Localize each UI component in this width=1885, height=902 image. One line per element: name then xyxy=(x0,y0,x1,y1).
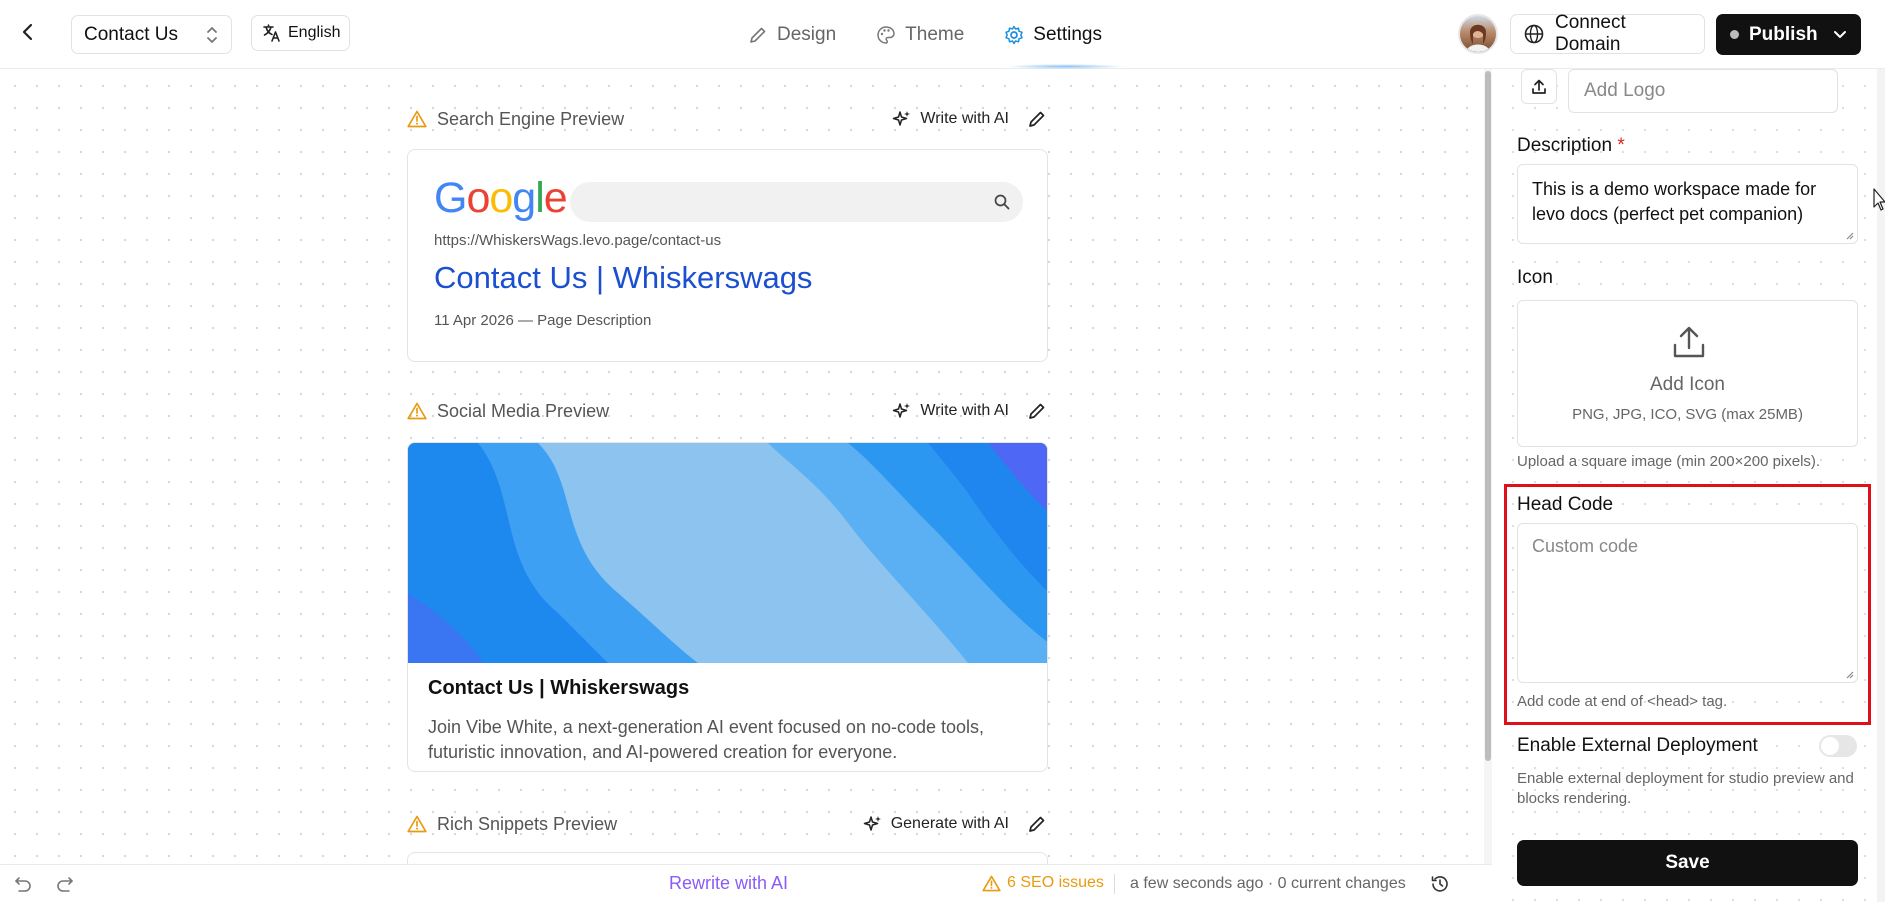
settings-panel: Add Logo Description * This is a demo wo… xyxy=(1492,69,1885,902)
write-with-ai-button[interactable]: Write with AI xyxy=(892,401,1009,421)
sparkles-icon xyxy=(892,401,912,421)
logo-input[interactable]: Add Logo xyxy=(1568,69,1838,113)
tab-design[interactable]: Design xyxy=(748,14,836,56)
canvas-scrollbar-thumb[interactable] xyxy=(1485,71,1491,761)
social-media-preview-card: Contact Us | Whiskerswags Join Vibe Whit… xyxy=(407,442,1048,772)
connect-domain-button[interactable]: Connect Domain xyxy=(1510,12,1705,55)
required-marker: * xyxy=(1617,135,1625,156)
top-bar: Contact Us English Design Theme Settings… xyxy=(0,0,1885,69)
social-description: Join Vibe White, a next-generation AI ev… xyxy=(428,717,985,762)
google-search-bar xyxy=(570,182,1023,222)
language-label: English xyxy=(288,24,341,41)
warning-icon xyxy=(407,815,427,833)
tab-theme[interactable]: Theme xyxy=(876,14,964,56)
save-button[interactable]: Save xyxy=(1517,840,1858,886)
toggle-knob xyxy=(1821,737,1839,755)
write-with-ai-label: Write with AI xyxy=(920,110,1009,127)
warning-icon xyxy=(982,875,1001,892)
external-deployment-label: Enable External Deployment xyxy=(1517,735,1758,756)
external-deployment-toggle[interactable] xyxy=(1819,735,1857,757)
divider xyxy=(1114,874,1115,894)
edit-pencil-icon[interactable] xyxy=(1027,814,1047,834)
generate-with-ai-label: Generate with AI xyxy=(890,815,1009,832)
avatar[interactable] xyxy=(1458,14,1498,54)
section-title: Search Engine Preview xyxy=(437,108,625,129)
redo-icon[interactable] xyxy=(56,875,76,893)
upload-logo-button[interactable] xyxy=(1521,69,1557,104)
cursor-icon xyxy=(1873,188,1885,212)
page-selector-label: Contact Us xyxy=(84,23,178,45)
write-with-ai-button[interactable]: Write with AI xyxy=(892,109,1009,129)
edit-pencil-icon[interactable] xyxy=(1027,109,1047,129)
resize-handle-icon[interactable] xyxy=(1844,669,1854,679)
description-label-text: Description xyxy=(1517,135,1613,156)
google-logo: Google xyxy=(434,174,568,222)
add-icon-title: Add Icon xyxy=(1650,374,1725,395)
status-dot xyxy=(1730,30,1739,39)
write-with-ai-label: Write with AI xyxy=(920,402,1009,419)
publish-button[interactable]: Publish xyxy=(1716,14,1861,55)
head-code-textarea[interactable]: Custom code xyxy=(1517,523,1858,683)
sparkles-icon xyxy=(863,814,883,834)
seo-issues-button[interactable]: 6 SEO issues xyxy=(982,874,1104,892)
section-title: Rich Snippets Preview xyxy=(437,813,618,834)
search-engine-preview-card: Google https://WhiskersWags.levo.page/co… xyxy=(407,149,1048,362)
resize-handle-icon[interactable] xyxy=(1844,230,1854,240)
palette-icon xyxy=(876,25,896,45)
back-button[interactable] xyxy=(14,18,42,46)
globe-icon xyxy=(1523,23,1545,45)
edit-pencil-icon[interactable] xyxy=(1027,401,1047,421)
connect-domain-label: Connect Domain xyxy=(1555,12,1626,55)
seo-issues-label: 6 SEO issues xyxy=(1007,874,1104,891)
icon-upload-dropzone[interactable]: Add Icon PNG, JPG, ICO, SVG (max 25MB) xyxy=(1517,300,1858,447)
tab-design-label: Design xyxy=(777,24,837,45)
pencil-icon xyxy=(748,25,768,45)
icon-formats: PNG, JPG, ICO, SVG (max 25MB) xyxy=(1572,406,1803,423)
section-title: Social Media Preview xyxy=(437,400,610,421)
sparkles-icon xyxy=(892,109,912,129)
translate-icon xyxy=(262,23,282,43)
description-value: This is a demo workspace made for levo d… xyxy=(1532,179,1817,224)
upload-icon xyxy=(1670,323,1708,361)
warning-icon xyxy=(407,110,427,128)
social-title: Contact Us | Whiskerswags xyxy=(428,677,690,699)
publish-label: Publish xyxy=(1749,23,1818,45)
preview-title: Contact Us | Whiskerswags xyxy=(434,260,813,295)
editor-tabs: Design Theme Settings xyxy=(748,14,1102,56)
chevron-left-icon xyxy=(22,23,33,41)
history-icon[interactable] xyxy=(1430,874,1450,894)
warning-icon xyxy=(407,402,427,420)
tab-theme-label: Theme xyxy=(905,24,965,45)
head-code-placeholder: Custom code xyxy=(1532,536,1639,556)
icon-hint: Upload a square image (min 200×200 pixel… xyxy=(1517,453,1821,470)
preview-url: https://WhiskersWags.levo.page/contact-u… xyxy=(434,232,722,249)
chevron-down-icon[interactable] xyxy=(1833,30,1847,40)
gear-icon xyxy=(1004,25,1024,45)
chevron-up-down-icon xyxy=(205,25,219,45)
rich-snippets-section-header: Rich Snippets Preview Generate with AI xyxy=(407,808,1047,840)
canvas-scrollbar[interactable] xyxy=(1484,69,1492,864)
search-icon xyxy=(993,193,1011,211)
rewrite-with-ai-button[interactable]: Rewrite with AI xyxy=(669,873,788,894)
bottom-bar: Rewrite with AI 6 SEO issues a few secon… xyxy=(0,864,1492,902)
preview-meta: 11 Apr 2026 — Page Description xyxy=(434,312,652,329)
tab-settings[interactable]: Settings xyxy=(1004,14,1102,56)
description-label: Description * xyxy=(1517,135,1625,157)
head-code-hint: Add code at end of <head> tag. xyxy=(1517,693,1728,710)
external-deployment-hint: Enable external deployment for studio pr… xyxy=(1517,770,1854,807)
description-textarea[interactable]: This is a demo workspace made for levo d… xyxy=(1517,164,1858,244)
icon-label: Icon xyxy=(1517,267,1553,288)
generate-with-ai-button[interactable]: Generate with AI xyxy=(863,814,1009,834)
head-code-label: Head Code xyxy=(1517,494,1614,515)
tab-settings-label: Settings xyxy=(1033,24,1102,45)
social-preview-image xyxy=(408,443,1047,663)
language-button[interactable]: English xyxy=(251,15,350,51)
page-selector[interactable]: Contact Us xyxy=(71,15,232,54)
upload-icon xyxy=(1532,79,1546,94)
social-media-section-header: Social Media Preview Write with AI xyxy=(407,395,1047,427)
undo-icon[interactable] xyxy=(12,875,32,893)
save-status: a few seconds ago · 0 current changes xyxy=(1130,875,1406,892)
search-engine-section-header: Search Engine Preview Write with AI xyxy=(407,103,1047,135)
